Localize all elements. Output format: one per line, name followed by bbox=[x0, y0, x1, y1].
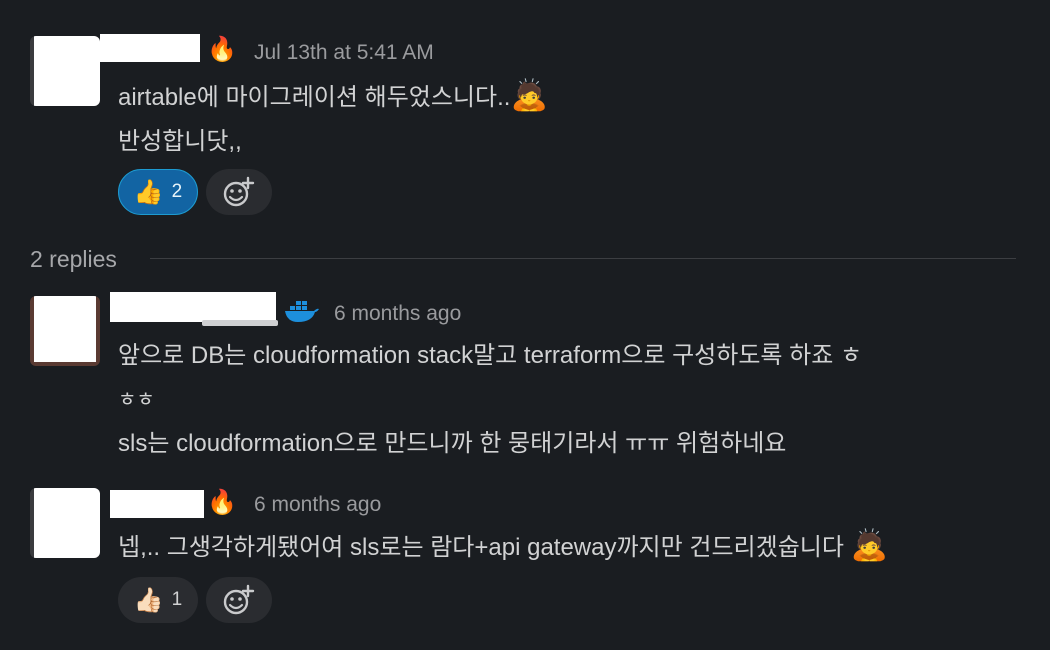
add-reaction-button[interactable] bbox=[206, 169, 272, 215]
avatar[interactable] bbox=[30, 36, 100, 106]
reaction-count: 2 bbox=[171, 181, 183, 202]
message-text-line: sls는 cloudformation으로 만드니까 한 뭉태기라서 ㅠㅠ 위험… bbox=[118, 430, 787, 457]
message-text-line: 앞으로 DB는 cloudformation stack말고 terraform… bbox=[118, 342, 863, 369]
avatar[interactable] bbox=[30, 296, 100, 366]
author-name-remainder bbox=[202, 320, 278, 326]
message-text: 넵,.. 그생각하게됐어여 sls로는 람다+api gateway까지만 건드… bbox=[118, 534, 844, 561]
fire-status-icon: 🔥 bbox=[207, 489, 237, 516]
bowing-emoji-icon: 🙇 bbox=[510, 79, 548, 112]
message-timestamp[interactable]: Jul 13th at 5:41 AM bbox=[254, 39, 434, 67]
thumbs-up-icon: 👍 bbox=[133, 178, 164, 206]
message-text: airtable에 마이그레이션 해두었스니다.. bbox=[118, 84, 511, 111]
message-text-line: ㅎㅎ bbox=[118, 389, 155, 411]
message-text-line: 넵,.. 그생각하게됐어여 sls로는 람다+api gateway까지만 건드… bbox=[118, 530, 888, 564]
reaction-count: 1 bbox=[171, 589, 183, 610]
reaction-thumbs-up[interactable]: 👍🏻 1 bbox=[118, 577, 198, 623]
avatar[interactable] bbox=[30, 488, 100, 558]
docker-whale-icon bbox=[285, 301, 319, 322]
add-reaction-button[interactable] bbox=[206, 577, 272, 623]
add-reaction-icon bbox=[223, 584, 255, 615]
replies-divider bbox=[150, 258, 1016, 259]
replies-count[interactable]: 2 replies bbox=[30, 244, 117, 274]
message-timestamp[interactable]: 6 months ago bbox=[254, 491, 381, 519]
thumbs-up-icon: 👍🏻 bbox=[133, 586, 164, 614]
author-name[interactable] bbox=[100, 34, 200, 62]
author-name[interactable] bbox=[110, 292, 276, 322]
add-reaction-icon bbox=[223, 176, 255, 207]
message-text-line: airtable에 마이그레이션 해두었스니다..🙇 bbox=[118, 80, 548, 114]
fire-status-icon: 🔥 bbox=[207, 36, 237, 63]
message-timestamp[interactable]: 6 months ago bbox=[334, 300, 461, 328]
author-name[interactable] bbox=[110, 490, 204, 518]
bowing-emoji-icon: 🙇 bbox=[850, 529, 888, 562]
message-text-line: 반성합니닷,, bbox=[118, 128, 242, 155]
reaction-thumbs-up[interactable]: 👍 2 bbox=[118, 169, 198, 215]
